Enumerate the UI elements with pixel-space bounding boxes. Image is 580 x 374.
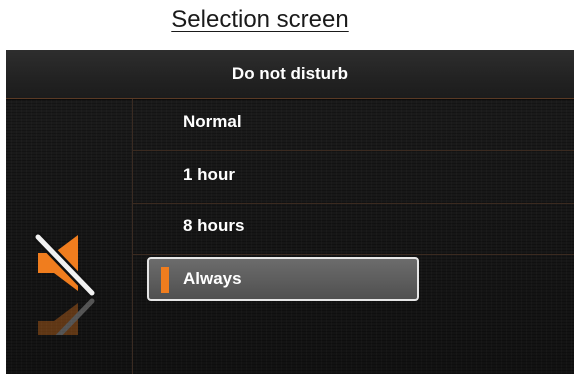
option-normal[interactable]: Normal	[133, 99, 574, 151]
screen-title: Do not disturb	[231, 64, 349, 83]
option-label: 8 hours	[183, 216, 245, 235]
option-list: Normal 1 hour 8 hours Always	[133, 99, 574, 374]
option-label: 1 hour	[183, 165, 235, 184]
selection-highlight: Always	[147, 257, 419, 301]
option-label: Normal	[183, 112, 242, 131]
figure-caption: Selection screen	[171, 6, 349, 33]
device-screen: Do not disturb Normal 1 hour 8 hours Alw…	[6, 50, 574, 374]
title-bar: Do not disturb	[6, 50, 574, 99]
option-8-hours[interactable]: 8 hours	[133, 203, 574, 255]
option-1-hour[interactable]: 1 hour	[133, 152, 574, 204]
selection-indicator	[161, 267, 169, 293]
speaker-muted-icon	[32, 227, 104, 299]
option-label: Always	[183, 269, 242, 288]
icon-reflection	[32, 295, 104, 335]
sidebar	[6, 99, 133, 374]
option-always[interactable]: Always	[133, 252, 574, 304]
